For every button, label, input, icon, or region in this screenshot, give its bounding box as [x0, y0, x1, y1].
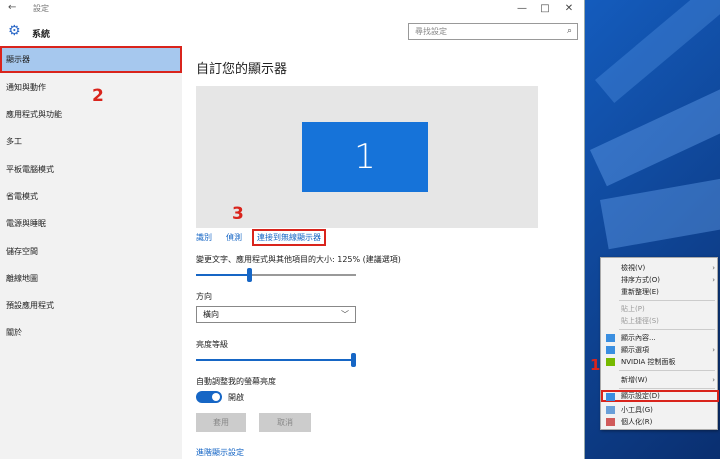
- apply-button[interactable]: 套用: [196, 413, 246, 432]
- display-settings-icon: [606, 393, 615, 401]
- orientation-label: 方向: [196, 292, 212, 301]
- search-input[interactable]: 尋找設定 ⌕: [408, 23, 578, 40]
- sidebar-item-display[interactable]: 顯示器: [0, 46, 182, 73]
- menu-separator: [619, 329, 715, 330]
- app-title: 系統: [32, 30, 51, 40]
- brightness-slider[interactable]: [196, 353, 356, 367]
- auto-brightness-toggle[interactable]: [196, 391, 222, 403]
- slider-fill: [196, 359, 351, 361]
- chevron-down-icon: ﹀: [341, 310, 349, 319]
- detect-link[interactable]: 偵測: [226, 232, 242, 243]
- menu-item-paste[interactable]: 貼上(P): [601, 303, 719, 315]
- toggle-knob: [212, 393, 220, 401]
- display-preview: 1: [196, 86, 538, 228]
- menu-item-label: 顯示選項: [621, 346, 649, 354]
- personalize-icon: [606, 418, 615, 426]
- sidebar-item-battery-saver[interactable]: 省電模式: [0, 183, 182, 210]
- scale-slider[interactable]: [196, 268, 356, 282]
- brightness-label: 亮度等級: [196, 340, 228, 349]
- window-title: 設定: [33, 4, 49, 13]
- monitor-tile[interactable]: 1: [302, 122, 428, 192]
- scale-label: 變更文字、應用程式與其他項目的大小: 125% (建議選項): [196, 255, 401, 264]
- menu-item-label: NVIDIA 控制面板: [621, 358, 676, 366]
- orientation-select[interactable]: 橫向 ﹀: [196, 306, 356, 323]
- menu-item-view[interactable]: 檢視(V) ›: [601, 262, 719, 274]
- menu-item-label: 顯示設定(D): [621, 392, 660, 400]
- auto-brightness-label: 自動調整我的螢幕亮度: [196, 377, 276, 386]
- menu-item-label: 檢視(V): [621, 264, 646, 272]
- page-title: 自訂您的顯示器: [196, 62, 288, 77]
- connect-wireless-display-link[interactable]: 連接到無線顯示器: [252, 229, 326, 246]
- menu-item-display-settings[interactable]: 顯示設定(D): [601, 390, 719, 402]
- slider-thumb[interactable]: [351, 353, 356, 367]
- sidebar-item-offline-maps[interactable]: 離線地圖: [0, 265, 182, 292]
- search-placeholder: 尋找設定: [415, 27, 447, 36]
- slider-fill: [196, 274, 247, 276]
- menu-item-paste-shortcut[interactable]: 貼上捷徑(S): [601, 315, 719, 327]
- menu-item-label: 個人化(R): [621, 418, 653, 426]
- menu-separator: [619, 370, 715, 371]
- back-arrow-icon[interactable]: ←: [8, 2, 16, 13]
- annotation-number-3: 3: [232, 204, 244, 224]
- menu-item-label: 新增(W): [621, 376, 648, 384]
- close-button[interactable]: ✕: [557, 1, 581, 17]
- menu-separator: [619, 300, 715, 301]
- annotation-number-1: 1: [590, 356, 601, 374]
- menu-separator: [619, 388, 715, 389]
- submenu-arrow-icon: ›: [712, 346, 715, 354]
- title-bar: ← 設定 — □ ✕: [0, 0, 584, 18]
- submenu-arrow-icon: ›: [712, 264, 715, 272]
- sidebar-item-power-sleep[interactable]: 電源與睡眠: [0, 210, 182, 237]
- gear-icon: ⚙: [8, 23, 21, 39]
- menu-item-display-options[interactable]: 顯示選項 ›: [601, 344, 719, 356]
- menu-item-refresh[interactable]: 重新整理(E): [601, 286, 719, 298]
- settings-window: ← 設定 — □ ✕ ⚙ 系統 尋找設定 ⌕ 顯示器 通知與動作 應用程式與功能…: [0, 0, 585, 459]
- main-content: 自訂您的顯示器 1 3 識別 偵測 連接到無線顯示器 變更文字、應用程式與其他項…: [182, 46, 584, 459]
- display-icon: [606, 346, 615, 354]
- identify-link[interactable]: 識別: [196, 232, 212, 243]
- cancel-button[interactable]: 取消: [259, 413, 311, 432]
- gadgets-icon: [606, 406, 615, 414]
- maximize-button[interactable]: □: [533, 1, 557, 17]
- sidebar-item-notifications[interactable]: 通知與動作: [0, 74, 182, 101]
- sidebar-item-default-apps[interactable]: 預設應用程式: [0, 292, 182, 319]
- slider-thumb[interactable]: [247, 268, 252, 282]
- sidebar-item-multitasking[interactable]: 多工: [0, 128, 182, 155]
- annotation-number-2: 2: [92, 86, 104, 106]
- advanced-display-settings-link[interactable]: 進階顯示設定: [196, 447, 244, 458]
- menu-item-sort-by[interactable]: 排序方式(O) ›: [601, 274, 719, 286]
- sidebar-item-tablet-mode[interactable]: 平板電腦模式: [0, 156, 182, 183]
- context-menu: 檢視(V) › 排序方式(O) › 重新整理(E) 貼上(P) 貼上捷徑(S) 顯示…: [600, 257, 719, 430]
- sidebar-item-storage[interactable]: 儲存空間: [0, 238, 182, 265]
- toggle-state-label: 開啟: [228, 393, 244, 402]
- light-beam: [595, 0, 720, 103]
- menu-item-label: 排序方式(O): [621, 276, 660, 284]
- menu-item-nvidia-control-panel[interactable]: NVIDIA 控制面板: [601, 356, 719, 368]
- search-icon[interactable]: ⌕: [567, 24, 572, 39]
- header: ⚙ 系統 尋找設定 ⌕: [0, 18, 584, 46]
- menu-item-gadgets[interactable]: 小工具(G): [601, 404, 719, 416]
- submenu-arrow-icon: ›: [712, 276, 715, 284]
- sidebar: 顯示器 通知與動作 應用程式與功能 多工 平板電腦模式 省電模式 電源與睡眠 儲…: [0, 46, 182, 459]
- menu-item-label: 小工具(G): [621, 406, 653, 414]
- sidebar-item-apps[interactable]: 應用程式與功能: [0, 101, 182, 128]
- menu-item-personalize[interactable]: 個人化(R): [601, 416, 719, 428]
- nvidia-icon: [606, 358, 615, 366]
- orientation-value: 橫向: [203, 310, 219, 319]
- submenu-arrow-icon: ›: [712, 376, 715, 384]
- minimize-button[interactable]: —: [510, 1, 534, 17]
- display-icon: [606, 334, 615, 342]
- menu-item-label: 顯示內容...: [621, 334, 656, 342]
- menu-item-display-properties[interactable]: 顯示內容...: [601, 332, 719, 344]
- menu-item-new[interactable]: 新增(W) ›: [601, 374, 719, 386]
- sidebar-item-about[interactable]: 關於: [0, 319, 182, 346]
